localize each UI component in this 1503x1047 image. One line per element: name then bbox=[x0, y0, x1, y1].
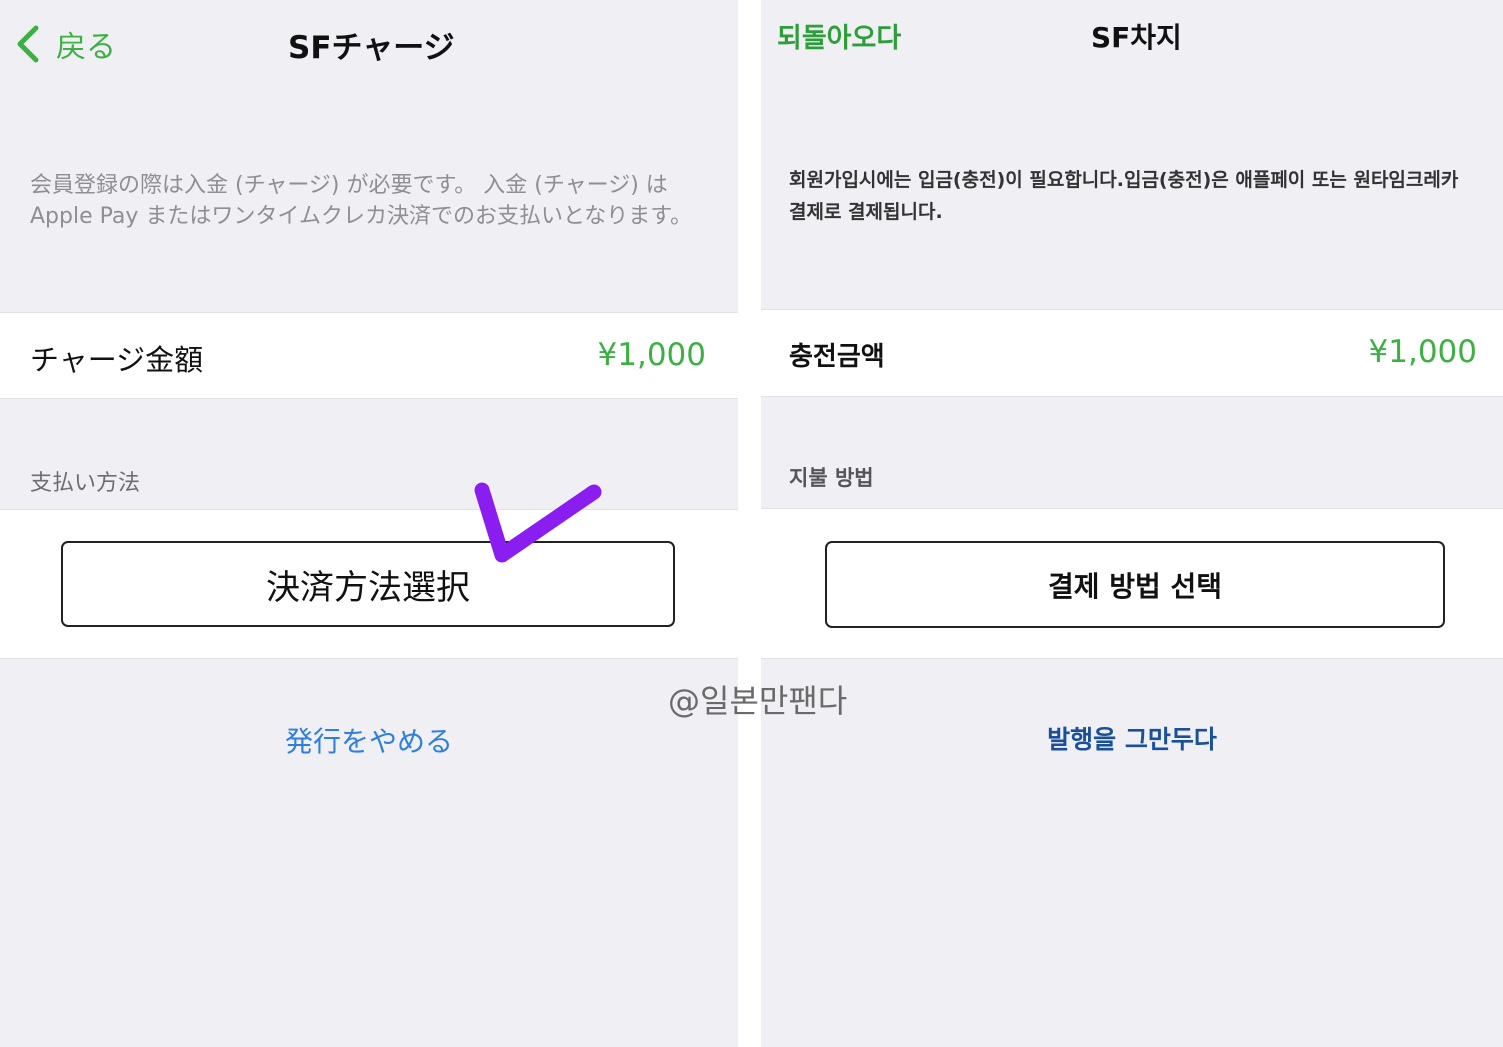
back-button-ko[interactable]: 되돌아오다 bbox=[777, 16, 901, 55]
charge-amount-value-ko: ¥1,000 bbox=[1368, 334, 1477, 370]
page-title-ko: SF차지 bbox=[1091, 21, 1182, 54]
payment-method-section-label-ko: 지불 방법 bbox=[789, 466, 874, 490]
charge-amount-value: ¥1,000 bbox=[597, 337, 706, 373]
page-title: SFチャージ bbox=[288, 30, 455, 66]
description-text: 会員登録の際は入金 (チャージ) が必要です。 入金 (チャージ) は Appl… bbox=[30, 173, 693, 229]
cancel-issue-link-ko[interactable]: 발행을 그만두다 bbox=[761, 720, 1503, 756]
payment-method-row-ko: 결제 방법 선택 bbox=[761, 508, 1503, 659]
charge-amount-label-ko: 충전금액 bbox=[789, 342, 885, 372]
japanese-screen: 戻る SFチャージ 会員登録の際は入金 (チャージ) が必要です。 入金 (チャ… bbox=[0, 0, 738, 1047]
korean-screen: 되돌아오다 SF차지 회원가입시에는 입금(충전)이 필요합니다.입금(충전)은… bbox=[761, 0, 1503, 1047]
charge-amount-row-ko: 충전금액 ¥1,000 bbox=[761, 309, 1503, 397]
cancel-issue-link[interactable]: 発行をやめる bbox=[0, 720, 738, 760]
watermark-text: @일본만팬다 bbox=[668, 682, 848, 720]
description-text-ko: 회원가입시에는 입금(충전)이 필요합니다.입금(충전)은 애플페이 또는 원타… bbox=[789, 169, 1459, 223]
back-label-ko: 되돌아오다 bbox=[777, 23, 902, 54]
charge-amount-row: チャージ金額 ¥1,000 bbox=[0, 312, 738, 399]
back-label: 戻る bbox=[56, 30, 116, 65]
select-payment-method-button-ko[interactable]: 결제 방법 선택 bbox=[825, 541, 1445, 628]
payment-method-row: 決済方法選択 bbox=[0, 509, 738, 659]
back-button[interactable]: 戻る bbox=[14, 22, 116, 66]
payment-method-section-label: 支払い方法 bbox=[30, 471, 141, 496]
chevron-left-icon bbox=[17, 25, 39, 63]
charge-amount-label: チャージ金額 bbox=[30, 343, 204, 377]
select-payment-method-button[interactable]: 決済方法選択 bbox=[61, 541, 675, 627]
